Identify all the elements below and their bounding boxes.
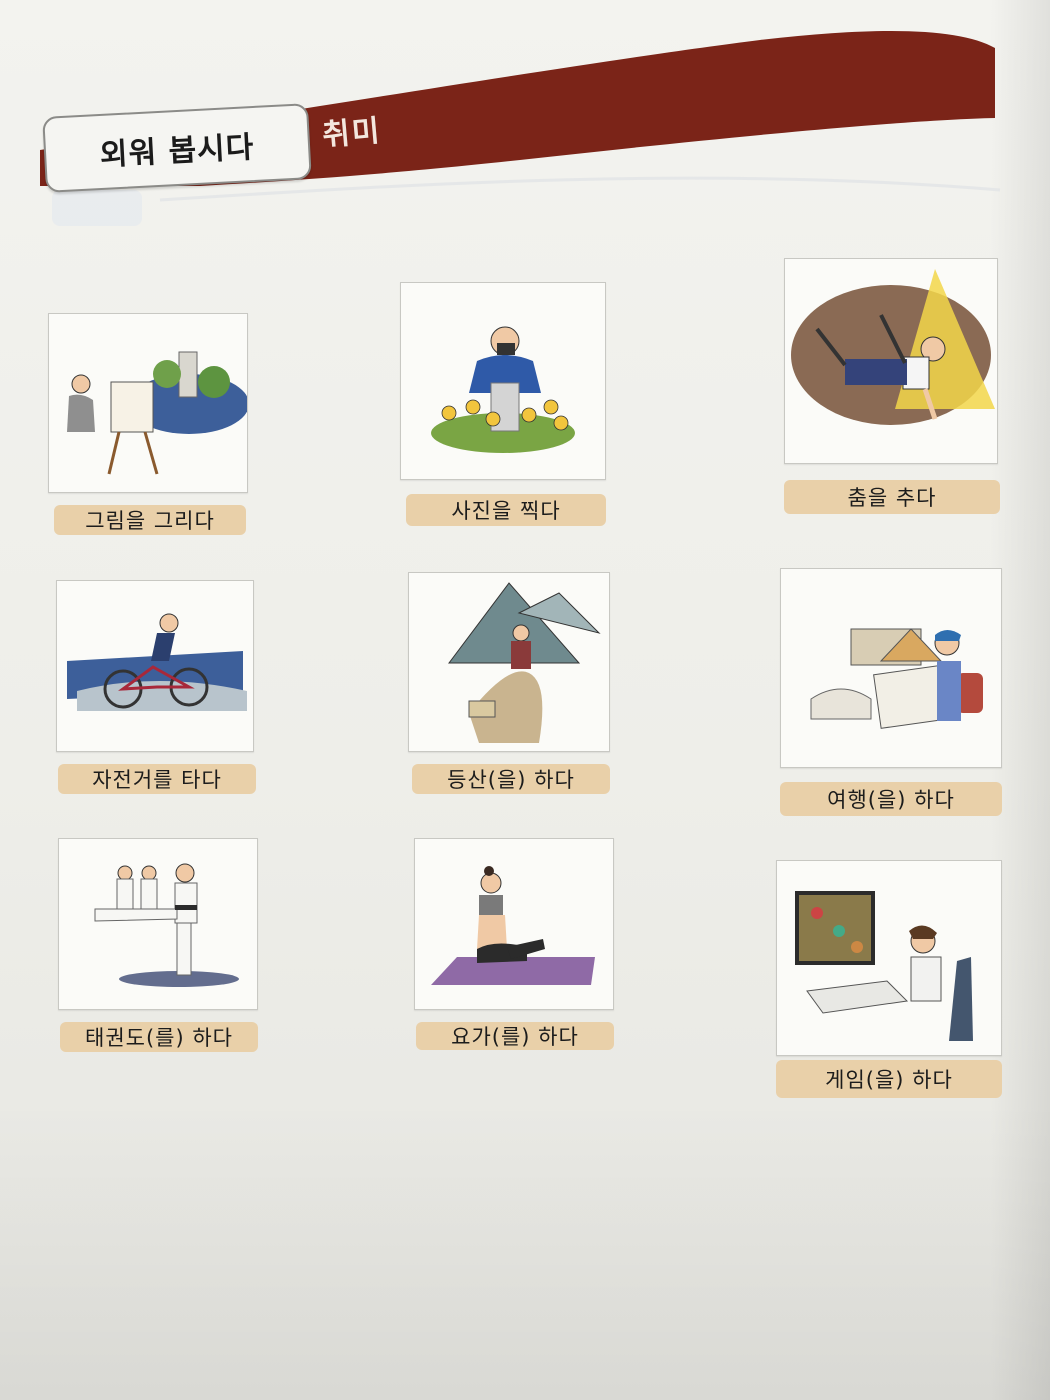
photography-illustration xyxy=(400,282,606,480)
vocab-label: 자전거를 타다 xyxy=(58,764,256,794)
page-bottom-shadow xyxy=(0,1100,1050,1400)
vocab-label: 요가(를) 하다 xyxy=(416,1022,614,1050)
cycling-illustration xyxy=(56,580,254,752)
vocab-label: 태권도(를) 하다 xyxy=(60,1022,258,1052)
vocab-label: 그림을 그리다 xyxy=(54,505,246,535)
yoga-illustration xyxy=(414,838,614,1010)
vocab-label: 사진을 찍다 xyxy=(406,494,606,526)
section-label: 외워 봅시다 xyxy=(99,129,256,174)
taekwondo-illustration xyxy=(58,838,258,1010)
gaming-illustration xyxy=(776,860,1002,1056)
travel-illustration xyxy=(780,568,1002,768)
vocab-label: 여행(을) 하다 xyxy=(780,782,1002,816)
textbook-page: 외워 봅시다 취미 그림을 그리다 사진을 찍다 춤을 추다 자전거를 타다 등… xyxy=(0,0,1050,1400)
vocab-label: 춤을 추다 xyxy=(784,480,1000,514)
dancing-illustration xyxy=(784,258,998,464)
section-badge: 외워 봅시다 xyxy=(42,103,312,193)
hiking-illustration xyxy=(408,572,610,752)
vocab-label: 게임(을) 하다 xyxy=(776,1060,1002,1098)
painting-illustration xyxy=(48,313,248,493)
topic-title: 취미 xyxy=(320,113,383,154)
vocab-label: 등산(을) 하다 xyxy=(412,764,610,794)
